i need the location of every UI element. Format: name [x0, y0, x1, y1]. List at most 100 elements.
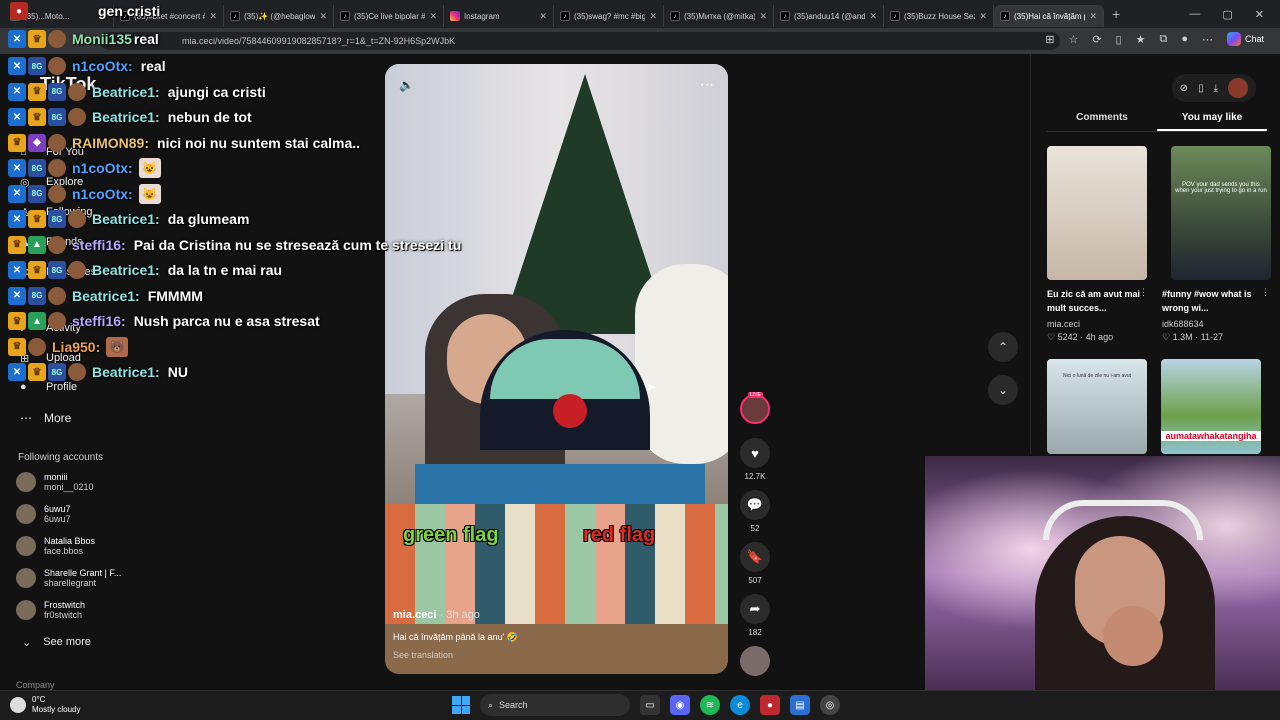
browser-tab[interactable]: ♪ (35)Hai că învățăm p ✕: [994, 5, 1104, 27]
following-account[interactable]: Natalia Bbos face.bbos: [16, 536, 95, 556]
close-tab-icon[interactable]: ✕: [209, 11, 217, 22]
close-window-icon[interactable]: ✕: [1255, 8, 1264, 21]
maximize-icon[interactable]: ▢: [1222, 8, 1232, 21]
record-app-icon[interactable]: ●: [760, 695, 780, 715]
video-more-icon[interactable]: ⋯: [700, 76, 714, 93]
card-more-icon[interactable]: ⋮: [1139, 287, 1148, 298]
browser-tab[interactable]: ♪ (35)Митка (@mitka) ✕: [664, 5, 774, 27]
tiktok-icon: ♪: [670, 11, 680, 21]
reader-icon[interactable]: ⊞: [1045, 33, 1054, 46]
browser-tab[interactable]: ♪ (35)swag? #mc #big ✕: [554, 5, 664, 27]
close-tab-icon[interactable]: ✕: [1089, 11, 1097, 22]
collections-icon[interactable]: ⧉: [1159, 33, 1167, 46]
following-account[interactable]: 6uwu7 6uwu7: [16, 504, 71, 524]
close-tab-icon[interactable]: ✕: [649, 11, 657, 22]
download-icon[interactable]: ⤓: [1214, 83, 1218, 94]
suggested-video-thumbnail[interactable]: Nici o lună de zile nu i-am avut: [1047, 359, 1147, 454]
close-tab-icon[interactable]: ✕: [869, 11, 877, 22]
suggested-video-thumbnail[interactable]: [1047, 146, 1147, 280]
favorites-icon[interactable]: ★: [1136, 33, 1146, 46]
user-avatar-icon: [68, 363, 86, 381]
device-icon[interactable]: ▯: [1198, 83, 1204, 94]
close-tab-icon[interactable]: ✕: [979, 11, 987, 22]
menu-icon[interactable]: ⋯: [1202, 33, 1213, 46]
thumbnail-caption: POV your dad sends you this when your ju…: [1175, 182, 1267, 194]
following-account[interactable]: Frostwitch fr0stwitch: [16, 600, 85, 620]
extensions-icon[interactable]: ⟳: [1092, 33, 1101, 46]
see-more-button[interactable]: ⌄ See more: [22, 636, 91, 649]
author-name[interactable]: mia.ceci: [393, 609, 436, 621]
next-video-button[interactable]: ⌄: [988, 375, 1018, 405]
user-avatar[interactable]: [1228, 78, 1248, 98]
previous-video-button[interactable]: ⌃: [988, 332, 1018, 362]
profile-avatar-icon[interactable]: ●: [1181, 33, 1188, 45]
close-tab-icon[interactable]: ✕: [539, 11, 547, 22]
card-author[interactable]: idk688634: [1162, 319, 1204, 329]
store-icon[interactable]: ▤: [790, 695, 810, 715]
video-player[interactable]: green flag red flag 🔈 ⋯ mia.ceci · 3h ag…: [385, 64, 728, 674]
close-tab-icon[interactable]: ✕: [319, 11, 327, 22]
suggested-video-thumbnail[interactable]: aumatawhakatangiha: [1161, 359, 1261, 454]
browser-tab[interactable]: Instagram ✕: [444, 5, 554, 27]
save-action[interactable]: 🔖 507: [740, 542, 770, 585]
obs-icon[interactable]: ◎: [820, 695, 840, 715]
heart-icon[interactable]: ♥: [740, 438, 770, 468]
task-view-icon[interactable]: ▭: [640, 695, 660, 715]
card-author[interactable]: mia.ceci: [1047, 319, 1080, 329]
discord-icon[interactable]: ◉: [670, 695, 690, 715]
game-knob: [553, 394, 587, 428]
edge-icon[interactable]: e: [730, 695, 750, 715]
close-tab-icon[interactable]: ✕: [759, 11, 767, 22]
creator-live-avatar[interactable]: LIVE: [740, 392, 770, 424]
like-action[interactable]: ♥ 12.7K: [740, 438, 770, 481]
chat-text: nebun de tot: [167, 109, 252, 125]
company-footer[interactable]: Company: [16, 680, 55, 690]
mouse-cursor-icon: ➤: [646, 380, 657, 394]
volume-icon[interactable]: 🔈: [399, 78, 414, 92]
user-avatar-icon: [68, 108, 86, 126]
crown-badge-icon: ♛: [28, 363, 46, 381]
subscriber-badge-icon: 8G: [28, 57, 46, 75]
see-translation-link[interactable]: See translation: [393, 650, 453, 660]
like-count: 12.7K: [744, 472, 766, 481]
new-tab-button[interactable]: +: [1112, 6, 1120, 22]
card-title[interactable]: #funny #wow what is wrong wi...: [1162, 287, 1258, 315]
tab-comments[interactable]: Comments: [1047, 108, 1157, 131]
moderator-badge-icon: ✕: [8, 30, 26, 48]
following-account[interactable]: moniii moni__0210: [16, 472, 94, 492]
bookmark-icon[interactable]: 🔖: [740, 542, 770, 572]
sound-avatar[interactable]: [740, 646, 770, 676]
following-account[interactable]: Sharelle Grant | F... sharellegrant: [16, 568, 121, 588]
tab-you-may-like[interactable]: You may like: [1157, 108, 1267, 131]
card-title[interactable]: Eu zic că am avut mai mult succes...: [1047, 287, 1143, 315]
close-tab-icon[interactable]: ✕: [429, 11, 437, 22]
browser-tab[interactable]: ♪ (35)✨ (@hebaglow) ✕: [224, 5, 334, 27]
spotify-icon[interactable]: ≋: [700, 695, 720, 715]
browser-tab[interactable]: ♪ (35)anduu14 (@andi ✕: [774, 5, 884, 27]
tab-list: ♪(35)...Moto...✕♪(35)#bilet #concert #✕♪…: [4, 1, 1104, 27]
weather-widget[interactable]: 0°C Mostly cloudy: [10, 695, 80, 715]
copilot-chat-button[interactable]: Chat: [1226, 32, 1264, 46]
coin-icon[interactable]: ⊘: [1180, 83, 1188, 94]
favorite-star-icon[interactable]: ☆: [1068, 33, 1078, 46]
windows-start-icon[interactable]: [452, 696, 470, 714]
live-avatar[interactable]: LIVE: [740, 392, 770, 424]
split-screen-icon[interactable]: ▯: [1116, 33, 1122, 46]
taskbar-search[interactable]: ⌕ Search: [480, 694, 630, 716]
suggested-video-thumbnail[interactable]: POV your dad sends you this when your ju…: [1171, 146, 1271, 280]
tab-title: (35)Hai că învățăm p: [1014, 11, 1086, 21]
browser-tab[interactable]: ♪ (35)Buzz House Sezo ✕: [884, 5, 994, 27]
browser-tab[interactable]: ♪ (35)Ce live bipolar # ✕: [334, 5, 444, 27]
minimize-icon[interactable]: —: [1189, 8, 1200, 20]
url-field[interactable]: mia.ceci/video/7584460991908285718?_r=1&…: [100, 32, 1060, 50]
red-flag-text: red flag: [583, 524, 656, 546]
comment-action[interactable]: 💬 52: [740, 490, 770, 533]
comment-icon[interactable]: 💬: [740, 490, 770, 520]
share-action[interactable]: ➦ 182: [740, 594, 770, 637]
video-author[interactable]: mia.ceci · 3h ago: [393, 609, 480, 621]
card-more-icon[interactable]: ⋮: [1261, 287, 1270, 298]
more-button[interactable]: ⋯ More: [20, 411, 71, 425]
music-disc-icon[interactable]: [740, 646, 770, 676]
account-text: Sharelle Grant | F... sharellegrant: [44, 568, 121, 588]
share-icon[interactable]: ➦: [740, 594, 770, 624]
